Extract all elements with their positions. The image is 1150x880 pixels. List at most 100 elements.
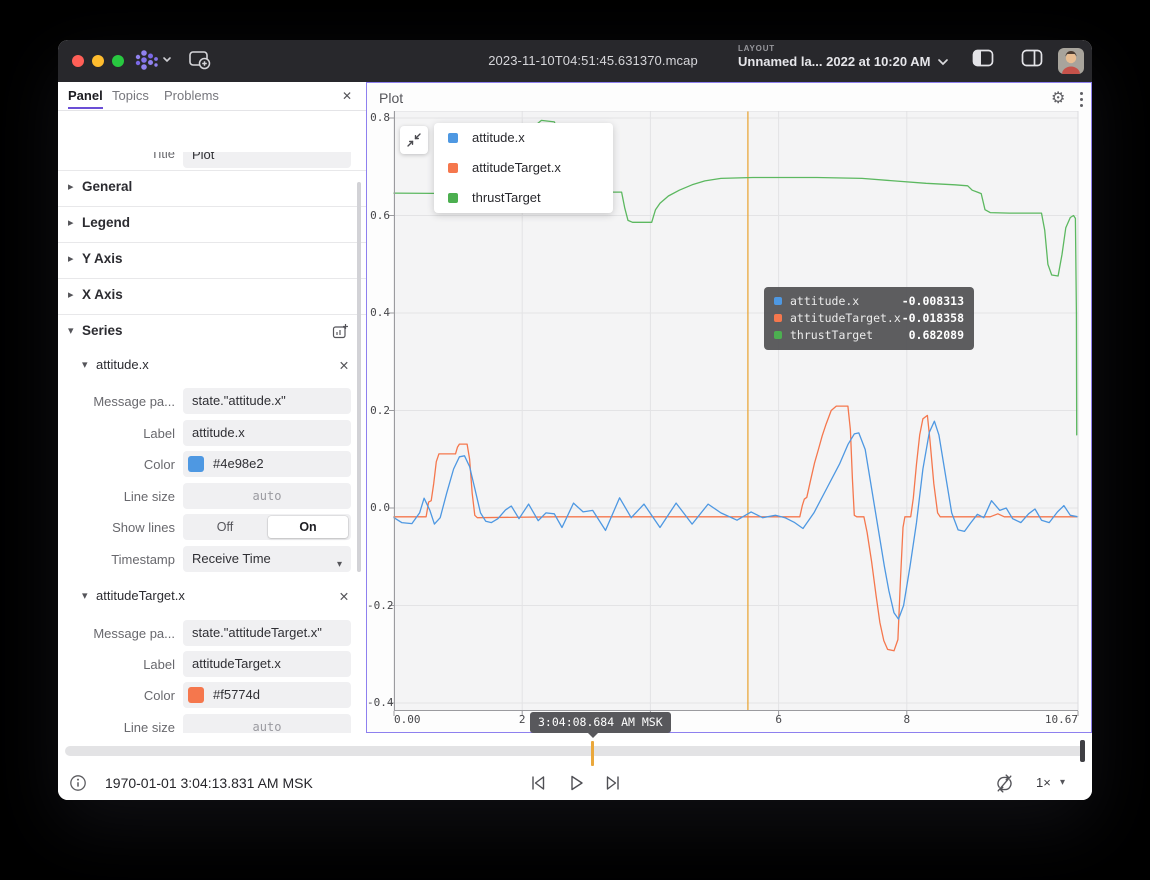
layout-selector[interactable]: LAYOUT Unnamed la... 2022 at 10:20 AM <box>738 44 938 69</box>
timeline-row <box>58 733 1092 768</box>
current-timestamp: 1970-01-01 3:04:13.831 AM MSK <box>105 775 313 791</box>
message-path-input[interactable]: state."attitude.x" <box>183 388 351 414</box>
close-window-button[interactable] <box>72 55 84 67</box>
series-color-swatch <box>774 297 782 305</box>
add-series-button[interactable] <box>332 323 349 340</box>
remove-series-button[interactable]: ✕ <box>334 587 354 607</box>
series-color-swatch <box>774 331 782 339</box>
legend-item-thrust-target[interactable]: thrustTarget <box>434 183 613 213</box>
user-avatar[interactable] <box>1058 48 1084 74</box>
panel-title-input[interactable]: Plot <box>183 152 351 168</box>
timestamp-select[interactable]: Receive Time ▾ <box>183 546 351 572</box>
app-window: 2023-11-10T04:51:45.631370.mcap LAYOUT U… <box>58 40 1092 800</box>
tooltip-series-value: -0.018358 <box>902 311 964 325</box>
series-editor-header-attitude-target-x[interactable]: ▾ attitudeTarget.x ✕ <box>58 583 366 611</box>
layout-chevron-down-icon[interactable] <box>937 58 949 66</box>
message-path-row: Message pa... state."attitudeTarget.x" <box>58 620 366 646</box>
left-sidebar-icon <box>972 49 994 67</box>
tooltip-series-label: attitudeTarget.x <box>790 311 901 325</box>
tab-problems[interactable]: Problems <box>164 82 219 109</box>
remove-series-button[interactable]: ✕ <box>334 356 354 376</box>
color-input[interactable]: #f5774d <box>183 682 351 708</box>
minimize-window-button[interactable] <box>92 55 104 67</box>
label-input[interactable]: attitude.x <box>183 420 351 446</box>
tooltip-row: attitude.x -0.008313 <box>774 293 964 310</box>
tooltip-row: attitudeTarget.x -0.018358 <box>774 310 964 327</box>
panel-settings-button[interactable]: ⚙ <box>1051 88 1065 108</box>
color-row: Color #4e98e2 <box>58 451 366 477</box>
legend-label: attitudeTarget.x <box>472 160 561 175</box>
tooltip-caret <box>588 733 598 738</box>
close-icon: ✕ <box>342 89 352 103</box>
color-swatch[interactable] <box>188 456 204 472</box>
section-label: Y Axis <box>82 251 123 266</box>
settings-sidebar: Panel Topics Problems ✕ Title Plot ▸ Gen… <box>58 82 366 733</box>
timestamp-value: Receive Time <box>192 551 271 566</box>
legend-item-attitude-target-x[interactable]: attitudeTarget.x <box>434 153 613 183</box>
line-size-value: auto <box>253 489 282 503</box>
app-menu-button[interactable] <box>134 49 172 76</box>
chevron-down-icon <box>164 58 170 61</box>
series-color-swatch <box>448 163 458 173</box>
playback-speed-button[interactable]: 1× <box>1036 775 1051 790</box>
plot-legend: attitude.x attitudeTarget.x thrustTarget <box>434 123 613 213</box>
color-value: #f5774d <box>213 687 260 702</box>
play-icon <box>566 773 586 793</box>
caret-right-icon: ▸ <box>68 180 74 193</box>
show-lines-off-button[interactable]: Off <box>183 514 267 540</box>
close-sidebar-button[interactable]: ✕ <box>338 87 356 105</box>
hover-values-tooltip: attitude.x -0.008313 attitudeTarget.x -0… <box>764 287 974 350</box>
seek-forward-button[interactable] <box>603 773 625 795</box>
tab-topics[interactable]: Topics <box>112 82 149 109</box>
chevron-down-icon[interactable]: ▾ <box>1060 777 1065 788</box>
section-general[interactable]: ▸ General <box>58 170 366 206</box>
field-label: Line size <box>58 489 175 504</box>
show-lines-on-button[interactable]: On <box>268 516 348 538</box>
loop-off-icon <box>994 773 1015 794</box>
section-legend[interactable]: ▸ Legend <box>58 206 366 242</box>
x-tick-label: 2 <box>519 713 526 727</box>
label-input[interactable]: attitudeTarget.x <box>183 651 351 677</box>
collapse-arrows-icon <box>407 133 421 147</box>
panel-menu-button[interactable] <box>1080 92 1083 95</box>
y-tick-label: 0.4 <box>367 306 390 320</box>
x-tick-label: 6 <box>775 713 782 727</box>
playback-scrubber[interactable] <box>65 746 1085 756</box>
maximize-window-button[interactable] <box>112 55 124 67</box>
legend-collapse-button[interactable] <box>400 126 428 154</box>
plot-panel: Plot ⚙ 0.80.60.40.20.0-0.2-0.4 0.0024681… <box>366 82 1092 733</box>
caret-right-icon: ▸ <box>68 252 74 265</box>
color-swatch[interactable] <box>188 687 204 703</box>
window-title: 2023-11-10T04:51:45.631370.mcap <box>418 53 768 68</box>
section-y-axis[interactable]: ▸ Y Axis <box>58 242 366 278</box>
scrubber-playhead-handle[interactable] <box>1080 740 1085 762</box>
color-input[interactable]: #4e98e2 <box>183 451 351 477</box>
sidebar-scrollbar[interactable] <box>357 182 361 572</box>
line-size-input[interactable]: auto <box>183 483 351 509</box>
toggle-left-sidebar-button[interactable] <box>972 49 996 73</box>
tab-panel[interactable]: Panel <box>68 82 103 109</box>
data-source-info-button[interactable] <box>68 773 90 795</box>
hover-time-tooltip: 3:04:08.684 AM MSK <box>530 712 671 733</box>
play-button[interactable] <box>566 773 588 795</box>
add-panel-button[interactable] <box>188 49 212 73</box>
tooltip-series-value: -0.008313 <box>902 294 964 308</box>
section-x-axis[interactable]: ▸ X Axis <box>58 278 366 314</box>
message-path-input[interactable]: state."attitudeTarget.x" <box>183 620 351 646</box>
toggle-right-sidebar-button[interactable] <box>1021 49 1045 73</box>
series-name: attitude.x <box>96 357 149 372</box>
y-tick-label: 0.8 <box>367 111 390 125</box>
legend-item-attitude-x[interactable]: attitude.x <box>434 123 613 153</box>
line-size-value: auto <box>253 720 282 734</box>
series-editor-header-attitude-x[interactable]: ▾ attitude.x ✕ <box>58 352 366 380</box>
add-panel-icon <box>188 49 212 71</box>
avatar-image <box>1058 48 1084 74</box>
x-tick-label: 0.00 <box>394 713 421 727</box>
loop-playback-button[interactable] <box>994 773 1016 795</box>
seek-backward-button[interactable] <box>528 773 550 795</box>
label-row: Label attitude.x <box>58 420 366 446</box>
tooltip-series-value: 0.682089 <box>909 328 964 342</box>
message-path-value: state."attitudeTarget.x" <box>192 625 322 640</box>
caret-down-icon: ▾ <box>68 324 74 337</box>
section-series[interactable]: ▾ Series <box>58 314 366 350</box>
